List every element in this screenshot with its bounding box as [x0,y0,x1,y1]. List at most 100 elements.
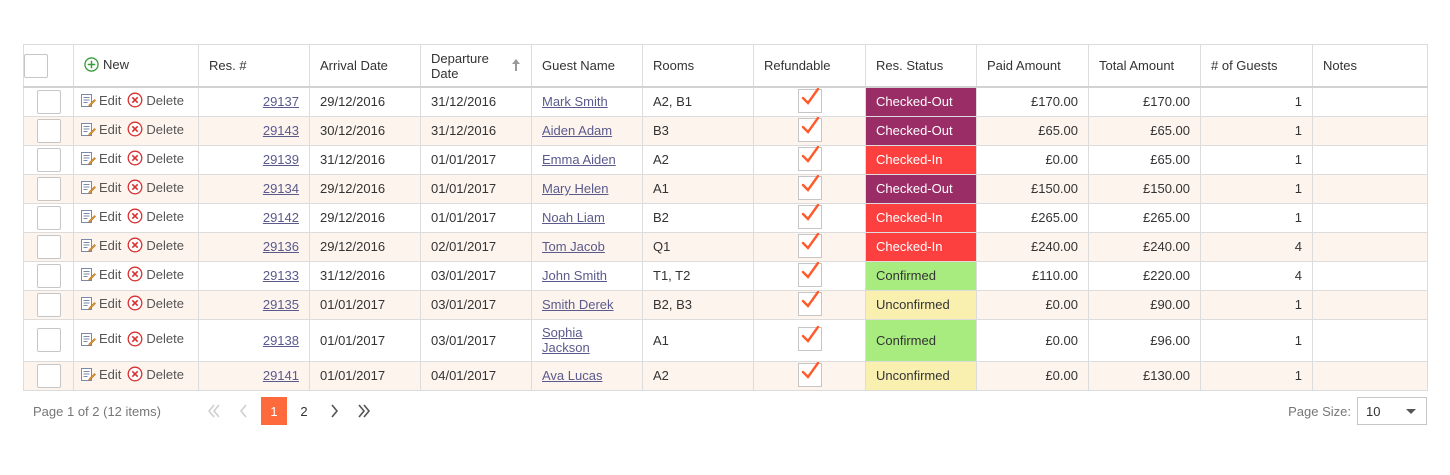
row-select-cell[interactable] [23,289,74,320]
checkmark-icon [801,88,819,105]
guest-name-link[interactable]: Sophia Jackson [542,325,617,355]
row-select-cell[interactable] [23,202,74,233]
table-row[interactable]: Edit Delete 29142 29/12/2016 01/01/2017 Noah … [23,202,1428,233]
row-select-cell[interactable] [23,231,74,262]
edit-button[interactable]: Edit [80,331,121,347]
row-select-checkbox[interactable] [36,292,61,317]
guest-name-link[interactable]: Mary Helen [542,181,608,196]
res-no-link[interactable]: 29133 [263,268,299,283]
edit-button[interactable]: Edit [80,92,121,108]
column-header-guests[interactable]: # of Guests [1200,44,1313,88]
delete-button[interactable]: Delete [127,266,184,282]
row-select-cell[interactable] [23,86,74,117]
row-select-cell[interactable] [23,173,74,204]
edit-button[interactable]: Edit [80,179,121,195]
rooms-cell: B3 [642,115,754,146]
row-select-cell[interactable] [23,260,74,291]
page-button-2[interactable]: 2 [291,397,317,425]
res-no-link[interactable]: 29139 [263,152,299,167]
command-header: New [73,44,199,88]
table-row[interactable]: Edit Delete 29138 01/01/2017 03/01/2017 Sophi… [23,318,1428,362]
row-select-checkbox[interactable] [36,147,61,172]
guest-name-link[interactable]: Ava Lucas [542,368,602,383]
column-header-guest-name[interactable]: Guest Name [531,44,643,88]
delete-button[interactable]: Delete [127,331,184,347]
row-select-cell[interactable] [23,115,74,146]
guest-name-link[interactable]: Aiden Adam [542,123,612,138]
column-header-arrival-date[interactable]: Arrival Date [309,44,421,88]
first-page-button[interactable] [201,397,227,425]
delete-button[interactable]: Delete [127,366,184,382]
guest-name-link[interactable]: Smith Derek [542,297,614,312]
column-header-total-amount[interactable]: Total Amount [1088,44,1201,88]
table-row[interactable]: Edit Delete 29135 01/01/2017 03/01/2017 Smith… [23,289,1428,320]
page-button-1[interactable]: 1 [261,397,287,425]
page-size-select[interactable]: 10 [1357,397,1427,425]
table-row[interactable]: Edit Delete 29141 01/01/2017 04/01/2017 Ava L… [23,360,1428,391]
delete-button[interactable]: Delete [127,179,184,195]
res-no-cell: 29143 [198,115,310,146]
delete-button[interactable]: Delete [127,208,184,224]
row-select-checkbox[interactable] [36,363,61,388]
res-no-link[interactable]: 29135 [263,297,299,312]
column-header-res-no[interactable]: Res. # [198,44,310,88]
prev-page-button[interactable] [231,397,257,425]
res-no-link[interactable]: 29142 [263,210,299,225]
row-select-checkbox[interactable] [36,118,61,143]
row-select-cell[interactable] [23,360,74,391]
column-header-notes[interactable]: Notes [1312,44,1428,88]
delete-button[interactable]: Delete [127,237,184,253]
table-row[interactable]: Edit Delete 29136 29/12/2016 02/01/2017 Tom J… [23,231,1428,262]
edit-button[interactable]: Edit [80,366,121,382]
row-select-checkbox[interactable] [36,89,61,114]
res-no-cell: 29135 [198,289,310,320]
guest-name-link[interactable]: John Smith [542,268,607,283]
row-select-checkbox[interactable] [36,328,61,352]
next-page-button[interactable] [321,397,347,425]
delete-button[interactable]: Delete [127,92,184,108]
new-button[interactable]: New [84,57,129,72]
select-all-checkbox[interactable] [24,53,48,78]
res-no-link[interactable]: 29143 [263,123,299,138]
edit-button[interactable]: Edit [80,295,121,311]
guest-name-link[interactable]: Noah Liam [542,210,605,225]
row-select-checkbox[interactable] [36,234,61,259]
row-select-checkbox[interactable] [36,176,61,201]
edit-button[interactable]: Edit [80,121,121,137]
table-row[interactable]: Edit Delete 29133 31/12/2016 03/01/2017 John … [23,260,1428,291]
delete-label: Delete [146,237,184,253]
guest-name-link[interactable]: Mark Smith [542,94,608,109]
column-header-departure-date[interactable]: Departure Date [420,44,532,88]
refundable-checkbox [797,325,822,351]
column-header-paid-amount[interactable]: Paid Amount [976,44,1089,88]
guest-name-link[interactable]: Tom Jacob [542,239,605,254]
res-no-link[interactable]: 29134 [263,181,299,196]
guest-name-link[interactable]: Emma Aiden [542,152,616,167]
res-no-link[interactable]: 29141 [263,368,299,383]
table-row[interactable]: Edit Delete 29134 29/12/2016 01/01/2017 Mary … [23,173,1428,204]
edit-button[interactable]: Edit [80,150,121,166]
table-row[interactable]: Edit Delete 29139 31/12/2016 01/01/2017 Emma … [23,144,1428,175]
row-select-cell[interactable] [23,318,74,362]
column-header-rooms[interactable]: Rooms [642,44,754,88]
delete-button[interactable]: Delete [127,295,184,311]
row-select-checkbox[interactable] [36,205,61,230]
res-no-link[interactable]: 29136 [263,239,299,254]
edit-button[interactable]: Edit [80,208,121,224]
delete-button[interactable]: Delete [127,121,184,137]
table-row[interactable]: Edit Delete 29137 29/12/2016 31/12/2016 Mark … [23,86,1428,117]
res-no-link[interactable]: 29138 [263,333,299,348]
column-header-refundable[interactable]: Refundable [753,44,866,88]
last-page-button[interactable] [351,397,377,425]
edit-button[interactable]: Edit [80,266,121,282]
delete-button[interactable]: Delete [127,150,184,166]
edit-button[interactable]: Edit [80,237,121,253]
rooms-cell: A1 [642,173,754,204]
row-select-checkbox[interactable] [36,263,61,288]
res-no-link[interactable]: 29137 [263,94,299,109]
select-all-header[interactable] [23,44,74,88]
table-row[interactable]: Edit Delete 29143 30/12/2016 31/12/2016 Aiden… [23,115,1428,146]
row-select-cell[interactable] [23,144,74,175]
edit-icon [81,297,96,310]
column-header-res-status[interactable]: Res. Status [865,44,977,88]
